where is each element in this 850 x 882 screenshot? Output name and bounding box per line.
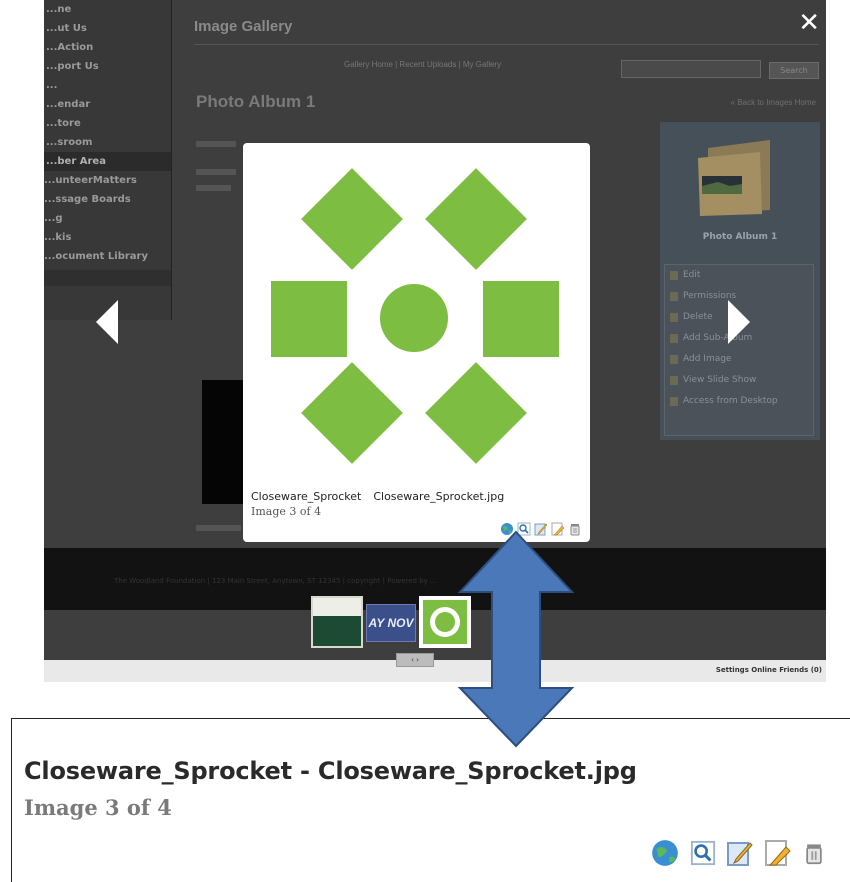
album-title: Photo Album 1 bbox=[196, 92, 316, 111]
sidebar-item-take-action[interactable]: ...Action bbox=[44, 38, 171, 57]
edit-icon[interactable] bbox=[726, 838, 754, 868]
image-title: Closeware_Sprocket bbox=[251, 490, 362, 503]
album-action-menu: Edit Permissions Delete Add Sub-Album Ad… bbox=[664, 264, 814, 436]
thumbnail-1[interactable] bbox=[311, 596, 363, 648]
gallery-title: Image Gallery bbox=[194, 18, 293, 35]
image-counter: Image 3 of 4 bbox=[251, 505, 322, 518]
sidebar-item-support-us[interactable]: ...port Us bbox=[44, 57, 171, 76]
zoomed-image-counter: Image 3 of 4 bbox=[24, 795, 172, 820]
globe-icon[interactable] bbox=[650, 838, 680, 868]
sidebar-item-blank[interactable]: ... bbox=[44, 76, 171, 95]
thumbnail-1-image bbox=[313, 616, 361, 646]
thumbnail-2[interactable]: AY NOV bbox=[366, 604, 416, 642]
sidebar-item-member-area[interactable]: ...ber Area bbox=[44, 152, 171, 171]
image-filename: Closeware_Sprocket.jpg bbox=[373, 490, 505, 503]
search-input[interactable] bbox=[621, 60, 761, 78]
double-headed-arrow bbox=[457, 530, 575, 748]
sidebar-item-store[interactable]: ...tore bbox=[44, 114, 171, 133]
sidebar-item-message-boards[interactable]: ...ssage Boards bbox=[44, 190, 171, 209]
sidebar-item-calendar[interactable]: ...endar bbox=[44, 95, 171, 114]
thumbnail-pager[interactable]: ‹ › bbox=[396, 653, 434, 667]
folder-icon bbox=[698, 140, 770, 216]
sidebar-item-about-us[interactable]: ...ut Us bbox=[44, 19, 171, 38]
zoomed-image-title: Closeware_Sprocket - Closeware_Sprocket.… bbox=[24, 757, 637, 785]
back-to-images-link[interactable]: « Back to Images Home bbox=[731, 98, 816, 107]
sprocket-image bbox=[271, 168, 559, 464]
menu-item-add-image[interactable]: Add Image bbox=[665, 349, 813, 370]
placeholder-line bbox=[196, 169, 236, 175]
sidebar-item-home[interactable]: ...ne bbox=[44, 0, 171, 19]
pencil-icon[interactable] bbox=[764, 838, 792, 868]
sidebar-footer bbox=[44, 270, 171, 286]
close-icon[interactable]: ✕ bbox=[798, 10, 820, 36]
search-button[interactable]: Search bbox=[769, 62, 819, 79]
next-image-arrow-icon[interactable] bbox=[728, 300, 750, 344]
site-sidebar-nav: ...ne ...ut Us ...Action ...port Us ... … bbox=[44, 0, 172, 320]
footer-text: The Woodland Foundation | 123 Main Stree… bbox=[114, 577, 437, 585]
sidebar-item-volunteer-matters[interactable]: ...unteerMatters bbox=[44, 171, 171, 190]
previous-image-arrow-icon[interactable] bbox=[96, 300, 118, 344]
placeholder-line bbox=[196, 185, 231, 191]
dark-thumbnail-block bbox=[202, 380, 244, 504]
panel-album-label: Photo Album 1 bbox=[702, 232, 778, 242]
trash-icon[interactable] bbox=[802, 838, 826, 868]
menu-item-edit[interactable]: Edit bbox=[665, 265, 813, 286]
gallery-toolbar-links[interactable]: Gallery Home | Recent Uploads | My Galle… bbox=[344, 60, 501, 69]
sidebar-item-blog[interactable]: ...g bbox=[44, 209, 171, 228]
sidebar-item-wikis[interactable]: ...kis bbox=[44, 228, 171, 247]
settings-link[interactable]: Settings Online Friends (0) bbox=[716, 666, 822, 674]
album-side-panel: Photo Album 1 Edit Permissions Delete Ad… bbox=[660, 122, 820, 440]
menu-item-view-slide-show[interactable]: View Slide Show bbox=[665, 370, 813, 391]
placeholder-line bbox=[196, 525, 241, 531]
magnifier-icon[interactable] bbox=[690, 838, 716, 868]
zoomed-tool-icons bbox=[650, 838, 826, 868]
sidebar-item-pressroom[interactable]: ...sroom bbox=[44, 133, 171, 152]
sidebar-item-document-library[interactable]: ...ocument Library bbox=[44, 247, 171, 266]
menu-item-access-from-desktop[interactable]: Access from Desktop bbox=[665, 391, 813, 412]
title-divider bbox=[194, 44, 819, 45]
bottom-status-bar bbox=[44, 660, 826, 682]
image-lightbox: Closeware_Sprocket Closeware_Sprocket.jpg… bbox=[243, 143, 590, 542]
lightbox-caption: Closeware_Sprocket Closeware_Sprocket.jpg bbox=[251, 490, 504, 503]
placeholder-line bbox=[196, 141, 236, 147]
